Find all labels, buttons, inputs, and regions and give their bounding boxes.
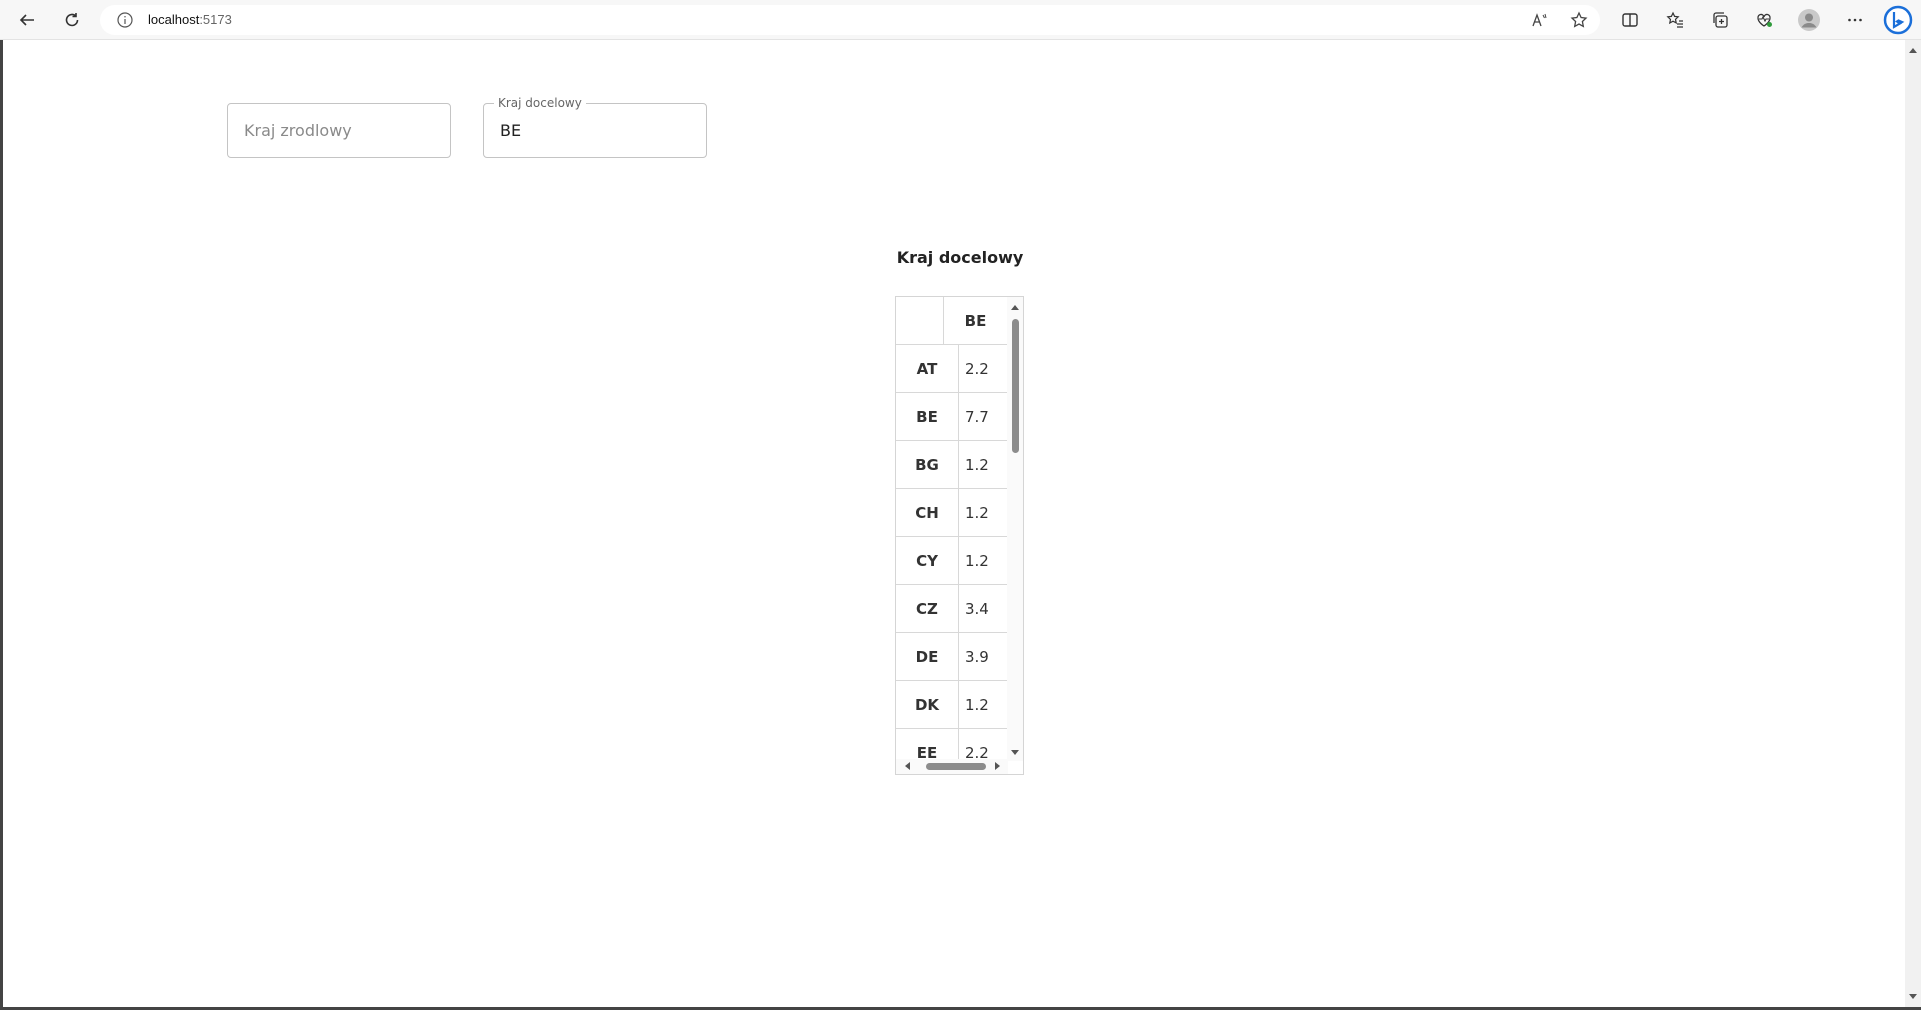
scroll-down-arrow-icon[interactable] xyxy=(1909,994,1917,999)
column-header: BE xyxy=(944,297,1008,345)
table-vertical-scroll-thumb[interactable] xyxy=(1012,319,1019,453)
table-vertical-scrollbar[interactable] xyxy=(1007,297,1023,761)
row-key-cell: DK xyxy=(896,681,959,729)
row-key-cell: DE xyxy=(896,633,959,681)
row-value-cell: 1.2 xyxy=(959,489,1008,537)
row-value-cell: 7.7 xyxy=(959,393,1008,441)
row-key-cell: EE xyxy=(896,729,959,761)
browser-toolbar: localhost:5173 xyxy=(0,0,1921,40)
row-value-cell: 1.2 xyxy=(959,537,1008,585)
row-key-cell: BG xyxy=(896,441,959,489)
table-title: Kraj docelowy xyxy=(896,248,1024,267)
table-row: CZ 3.4 xyxy=(896,585,1008,633)
copilot-button[interactable] xyxy=(1882,4,1914,36)
more-dots-icon xyxy=(1848,18,1862,22)
url-text[interactable]: localhost:5173 xyxy=(148,11,232,29)
scroll-up-arrow-icon[interactable] xyxy=(1909,48,1917,53)
refresh-icon xyxy=(65,13,79,27)
row-value-cell: 2.2 xyxy=(959,345,1008,393)
back-button[interactable] xyxy=(13,6,41,34)
table-row: DK 1.2 xyxy=(896,681,1008,729)
table-header-row: BE xyxy=(896,297,1008,345)
table-row: EE 2.2 xyxy=(896,729,1008,761)
browser-essentials-button[interactable] xyxy=(1750,6,1778,34)
table-row: BG 1.2 xyxy=(896,441,1008,489)
row-key-cell: CH xyxy=(896,489,959,537)
table-scroll-down-icon[interactable] xyxy=(1011,750,1019,755)
table-horizontal-scrollbar[interactable] xyxy=(896,759,1008,774)
row-value-cell: 1.2 xyxy=(959,681,1008,729)
table-row: CY 1.2 xyxy=(896,537,1008,585)
row-key-cell: CZ xyxy=(896,585,959,633)
collections-button[interactable] xyxy=(1706,6,1734,34)
row-value-cell: 1.2 xyxy=(959,441,1008,489)
split-screen-button[interactable] xyxy=(1616,6,1644,34)
refresh-button[interactable] xyxy=(58,6,86,34)
avatar-icon xyxy=(1798,9,1820,31)
target-country-input[interactable] xyxy=(484,104,706,157)
collections-icon xyxy=(1713,12,1728,28)
settings-more-button[interactable] xyxy=(1841,6,1869,34)
row-value-cell: 3.4 xyxy=(959,585,1008,633)
row-value-cell: 3.9 xyxy=(959,633,1008,681)
star-icon xyxy=(1570,11,1588,28)
target-country-label: Kraj docelowy xyxy=(494,96,586,110)
results-table: BE AT 2.2 BE 7.7 BG 1.2 CH 1.2 CY 1.2 CZ 3.4 DE 3.9 DK… xyxy=(895,296,1024,775)
heartbeat-icon xyxy=(1757,13,1772,27)
table-horizontal-scroll-thumb[interactable] xyxy=(926,763,986,770)
row-key-cell: BE xyxy=(896,393,959,441)
row-value-cell: 2.2 xyxy=(959,729,1008,761)
profile-button[interactable] xyxy=(1795,6,1823,34)
source-country-field[interactable] xyxy=(227,103,451,158)
table-row: AT 2.2 xyxy=(896,345,1008,393)
table-corner-cell xyxy=(896,297,944,345)
favorite-button[interactable] xyxy=(1565,6,1593,34)
target-country-field[interactable]: Kraj docelowy xyxy=(483,96,707,158)
table-scroll-right-icon[interactable] xyxy=(995,762,1000,770)
table-scroll-left-icon[interactable] xyxy=(905,762,910,770)
back-arrow-icon xyxy=(19,14,34,26)
url-port: :5173 xyxy=(199,12,232,27)
bing-copilot-icon xyxy=(1883,5,1913,35)
table-grid: BE AT 2.2 BE 7.7 BG 1.2 CH 1.2 CY 1.2 CZ 3.4 DE 3.9 DK… xyxy=(896,297,1008,761)
read-aloud-button[interactable] xyxy=(1525,6,1553,34)
site-info-icon[interactable] xyxy=(116,11,134,29)
read-aloud-icon xyxy=(1532,13,1547,27)
address-bar[interactable]: localhost:5173 xyxy=(100,5,1600,35)
split-screen-icon xyxy=(1622,13,1638,27)
page-vertical-scrollbar[interactable] xyxy=(1905,40,1921,1007)
table-row: BE 7.7 xyxy=(896,393,1008,441)
favorites-button[interactable] xyxy=(1661,6,1689,34)
source-country-input[interactable] xyxy=(228,104,450,157)
table-scroll-up-icon[interactable] xyxy=(1011,305,1019,310)
favorites-list-icon xyxy=(1666,11,1683,28)
row-key-cell: AT xyxy=(896,345,959,393)
url-host: localhost xyxy=(148,12,200,27)
table-row: CH 1.2 xyxy=(896,489,1008,537)
row-key-cell: CY xyxy=(896,537,959,585)
table-row: DE 3.9 xyxy=(896,633,1008,681)
